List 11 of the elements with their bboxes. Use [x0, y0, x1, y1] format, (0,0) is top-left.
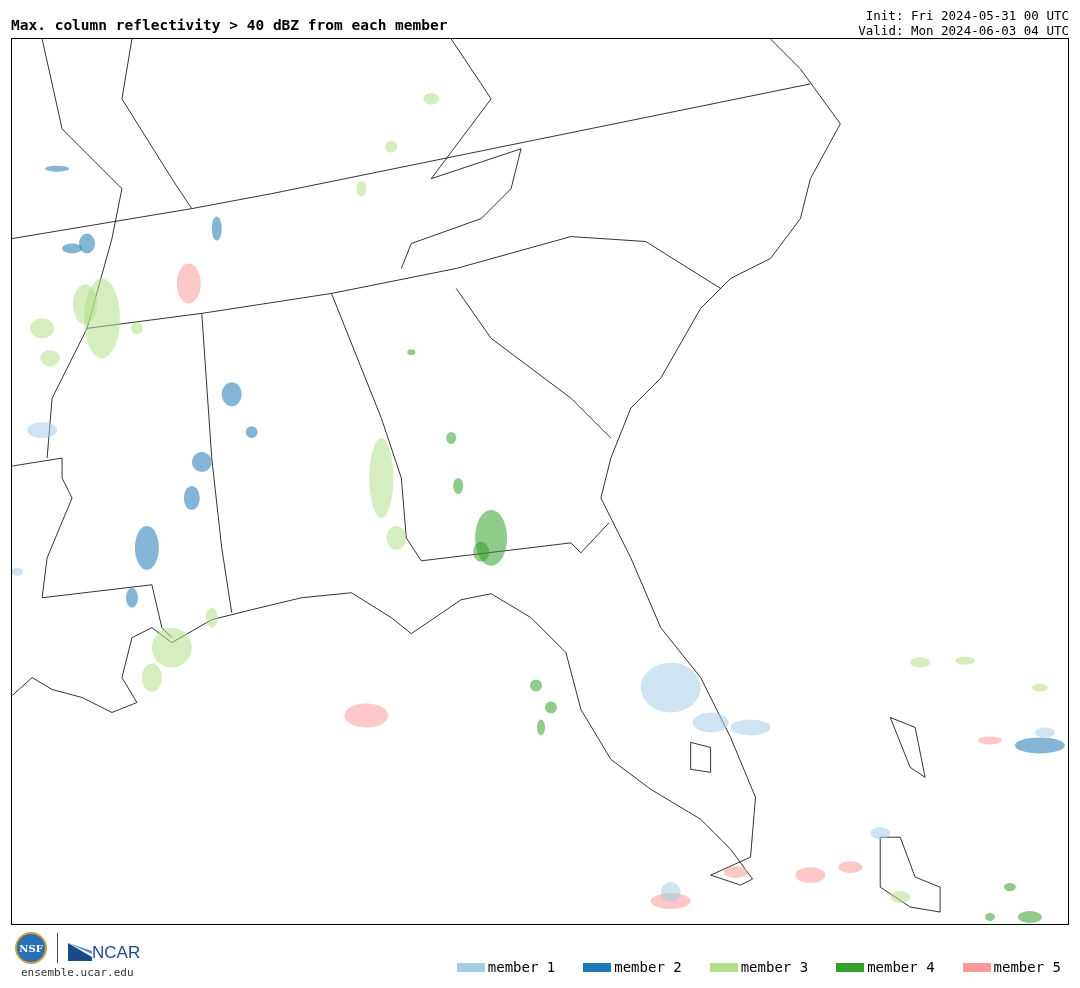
init-time: Init: Fri 2024-05-31 00 UTC [865, 8, 1069, 23]
legend-label: member 4 [867, 959, 935, 975]
chart-title: Max. column reflectivity > 40 dBZ from each member [11, 17, 448, 35]
ncar-logo: NCAR [57, 933, 141, 963]
site-url: ensemble.ucar.edu [20, 966, 135, 979]
legend-label: member 3 [740, 959, 809, 975]
valid-time: Valid: Mon 2024-06-03 04 UTC [858, 23, 1069, 38]
legend-label: member 2 [614, 959, 682, 975]
legend-label: member 1 [487, 959, 556, 975]
legend-label: member 5 [993, 959, 1061, 975]
nsf-logo: NSF [15, 932, 47, 964]
